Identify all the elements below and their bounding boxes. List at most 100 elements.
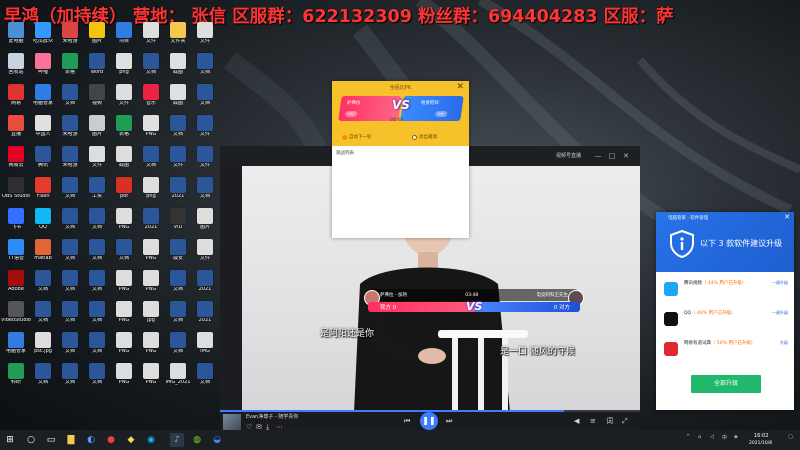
file-icon <box>197 53 213 69</box>
file-icon <box>35 22 51 38</box>
file-icon <box>197 146 213 162</box>
software-update-popup: 电脑管家 · 软件管理 ✕ 以下 3 款软件建议升级 腾讯视频（ 44% 用户已… <box>656 212 794 410</box>
volume-tray-icon[interactable]: ◁ <box>710 434 714 440</box>
desktop-icon[interactable]: 文件 <box>189 146 221 178</box>
wechat-icon[interactable]: ◍ <box>190 433 204 447</box>
file-icon <box>170 363 186 379</box>
close-icon[interactable]: ✕ <box>456 82 464 92</box>
minimize-icon[interactable]: — <box>594 152 602 160</box>
notification-icon[interactable]: ▢ <box>788 434 793 440</box>
file-icon <box>62 177 78 193</box>
windows-icon[interactable]: ⊞ <box>3 433 17 447</box>
file-icon <box>8 22 24 38</box>
lyrics-icon[interactable]: 词 <box>606 416 613 426</box>
file-icon <box>62 301 78 317</box>
desktop-icon-label: 文档 <box>199 70 210 75</box>
fullscreen-icon[interactable]: ⤢ <box>622 416 628 426</box>
file-icon <box>197 239 213 255</box>
file-icon <box>62 22 78 38</box>
pk-left-name: 萨弗拉 - 加持 <box>380 293 407 298</box>
pk-right-pill: 0分 <box>434 111 448 117</box>
desktop-icon[interactable]: 图片 <box>189 208 221 240</box>
security-tray-icon[interactable]: ◈ <box>734 434 738 440</box>
update-item-title: 网易有道词典 <box>684 341 711 346</box>
desktop-icon[interactable]: 文件 <box>189 115 221 147</box>
network-icon[interactable]: ⌂ <box>698 434 701 440</box>
pk-popup-vs: VS <box>392 98 410 112</box>
file-icon <box>116 115 132 131</box>
desktop-icon[interactable]: 文档 <box>189 177 221 209</box>
desktop-icon[interactable]: 文件 <box>189 22 221 54</box>
file-icon <box>170 208 186 224</box>
file-icon <box>35 270 51 286</box>
tencent-meeting-icon[interactable]: ◒ <box>210 433 224 447</box>
file-icon <box>170 332 186 348</box>
desktop-icon[interactable]: 文件 <box>189 239 221 271</box>
chrome-icon[interactable]: ● <box>104 433 118 447</box>
desktop-icon[interactable]: 2021 <box>189 301 221 333</box>
radio-off-icon[interactable] <box>412 134 417 140</box>
desktop-icon[interactable]: 文档 <box>189 363 221 395</box>
pk-right-card-name: 电竞阿科 <box>420 101 440 106</box>
pause-button[interactable]: ❚❚ <box>420 412 438 430</box>
clock-date[interactable]: 2021/10/8 <box>749 441 772 446</box>
update-item-title: 腾讯视频 <box>684 281 702 286</box>
desktop-icon[interactable]: 文档 <box>189 84 221 116</box>
file-icon <box>35 208 51 224</box>
player-taskbar-icon[interactable]: ♪ <box>170 433 184 447</box>
pk-right-name: 电竞阿科王先生 <box>536 293 568 298</box>
update-item-link[interactable]: 升级 <box>780 340 788 346</box>
file-icon <box>35 146 51 162</box>
desktop-icon-label: 文件 <box>199 39 210 44</box>
file-icon <box>8 301 24 317</box>
desktop-icon[interactable]: IMG <box>189 332 221 364</box>
task-view-icon[interactable]: ▭ <box>44 433 58 447</box>
maximize-icon[interactable]: □ <box>608 152 616 160</box>
radio-on-icon[interactable] <box>342 134 347 140</box>
file-icon <box>143 239 159 255</box>
update-item-name: 网易有道词典（ 50% 用户已升级） <box>684 340 755 346</box>
app-icon[interactable]: ◆ <box>124 433 138 447</box>
file-icon <box>89 84 105 100</box>
pk-popup-window: 全民比PK ✕ 萨弗拉 0分 电竞阿科 0分 VS 03:48 自动下一轮 退出… <box>332 81 469 238</box>
close-icon[interactable]: ✕ <box>622 152 630 160</box>
desktop-icon-label: 文档 <box>199 380 210 385</box>
option-exit-invite[interactable]: 退出邀请 <box>412 134 437 140</box>
upgrade-all-button[interactable]: 全部升级 <box>691 375 761 393</box>
track-title: Evan净尊子 - 随学青你 <box>246 414 299 420</box>
previous-icon[interactable]: ⏮ <box>404 416 410 426</box>
close-icon[interactable]: ✕ <box>784 213 790 221</box>
next-icon[interactable]: ⏭ <box>446 416 452 426</box>
playlist-icon[interactable]: ≡ <box>590 416 596 426</box>
app-icon <box>664 312 678 326</box>
volume-icon[interactable]: ◀ <box>574 416 579 426</box>
option-auto-next[interactable]: 自动下一轮 <box>342 134 372 140</box>
file-icon <box>62 332 78 348</box>
file-icon <box>35 177 51 193</box>
tray-arrow-icon[interactable]: ^ <box>686 434 690 440</box>
file-icon <box>116 301 132 317</box>
file-icon <box>170 270 186 286</box>
edge-icon[interactable]: ◐ <box>84 433 98 447</box>
option-exit-invite-label: 退出邀请 <box>419 135 437 140</box>
search-icon[interactable]: ○ <box>24 433 38 447</box>
qq-icon[interactable]: ◉ <box>144 433 158 447</box>
file-explorer-icon[interactable]: ▇ <box>64 433 78 447</box>
file-icon <box>89 146 105 162</box>
file-icon <box>116 270 132 286</box>
desktop-icon-label: 文件 <box>199 132 210 137</box>
update-item-link[interactable]: 一键升级 <box>772 280 788 286</box>
update-item-link[interactable]: 一键升级 <box>772 310 788 316</box>
clock-time[interactable]: 16:02 <box>754 433 768 439</box>
update-item-name: QQ（ 40% 用户已升级） <box>684 310 735 316</box>
ime-icon[interactable]: 中 <box>722 434 727 441</box>
file-icon <box>197 270 213 286</box>
file-icon <box>89 332 105 348</box>
file-icon <box>116 208 132 224</box>
file-icon <box>35 53 51 69</box>
track-thumbnail[interactable] <box>223 414 241 430</box>
app-icon <box>664 282 678 296</box>
desktop-icon[interactable]: 2021 <box>189 270 221 302</box>
player-brand: 视频号直播 <box>556 153 582 159</box>
desktop-icon[interactable]: 文档 <box>189 53 221 85</box>
